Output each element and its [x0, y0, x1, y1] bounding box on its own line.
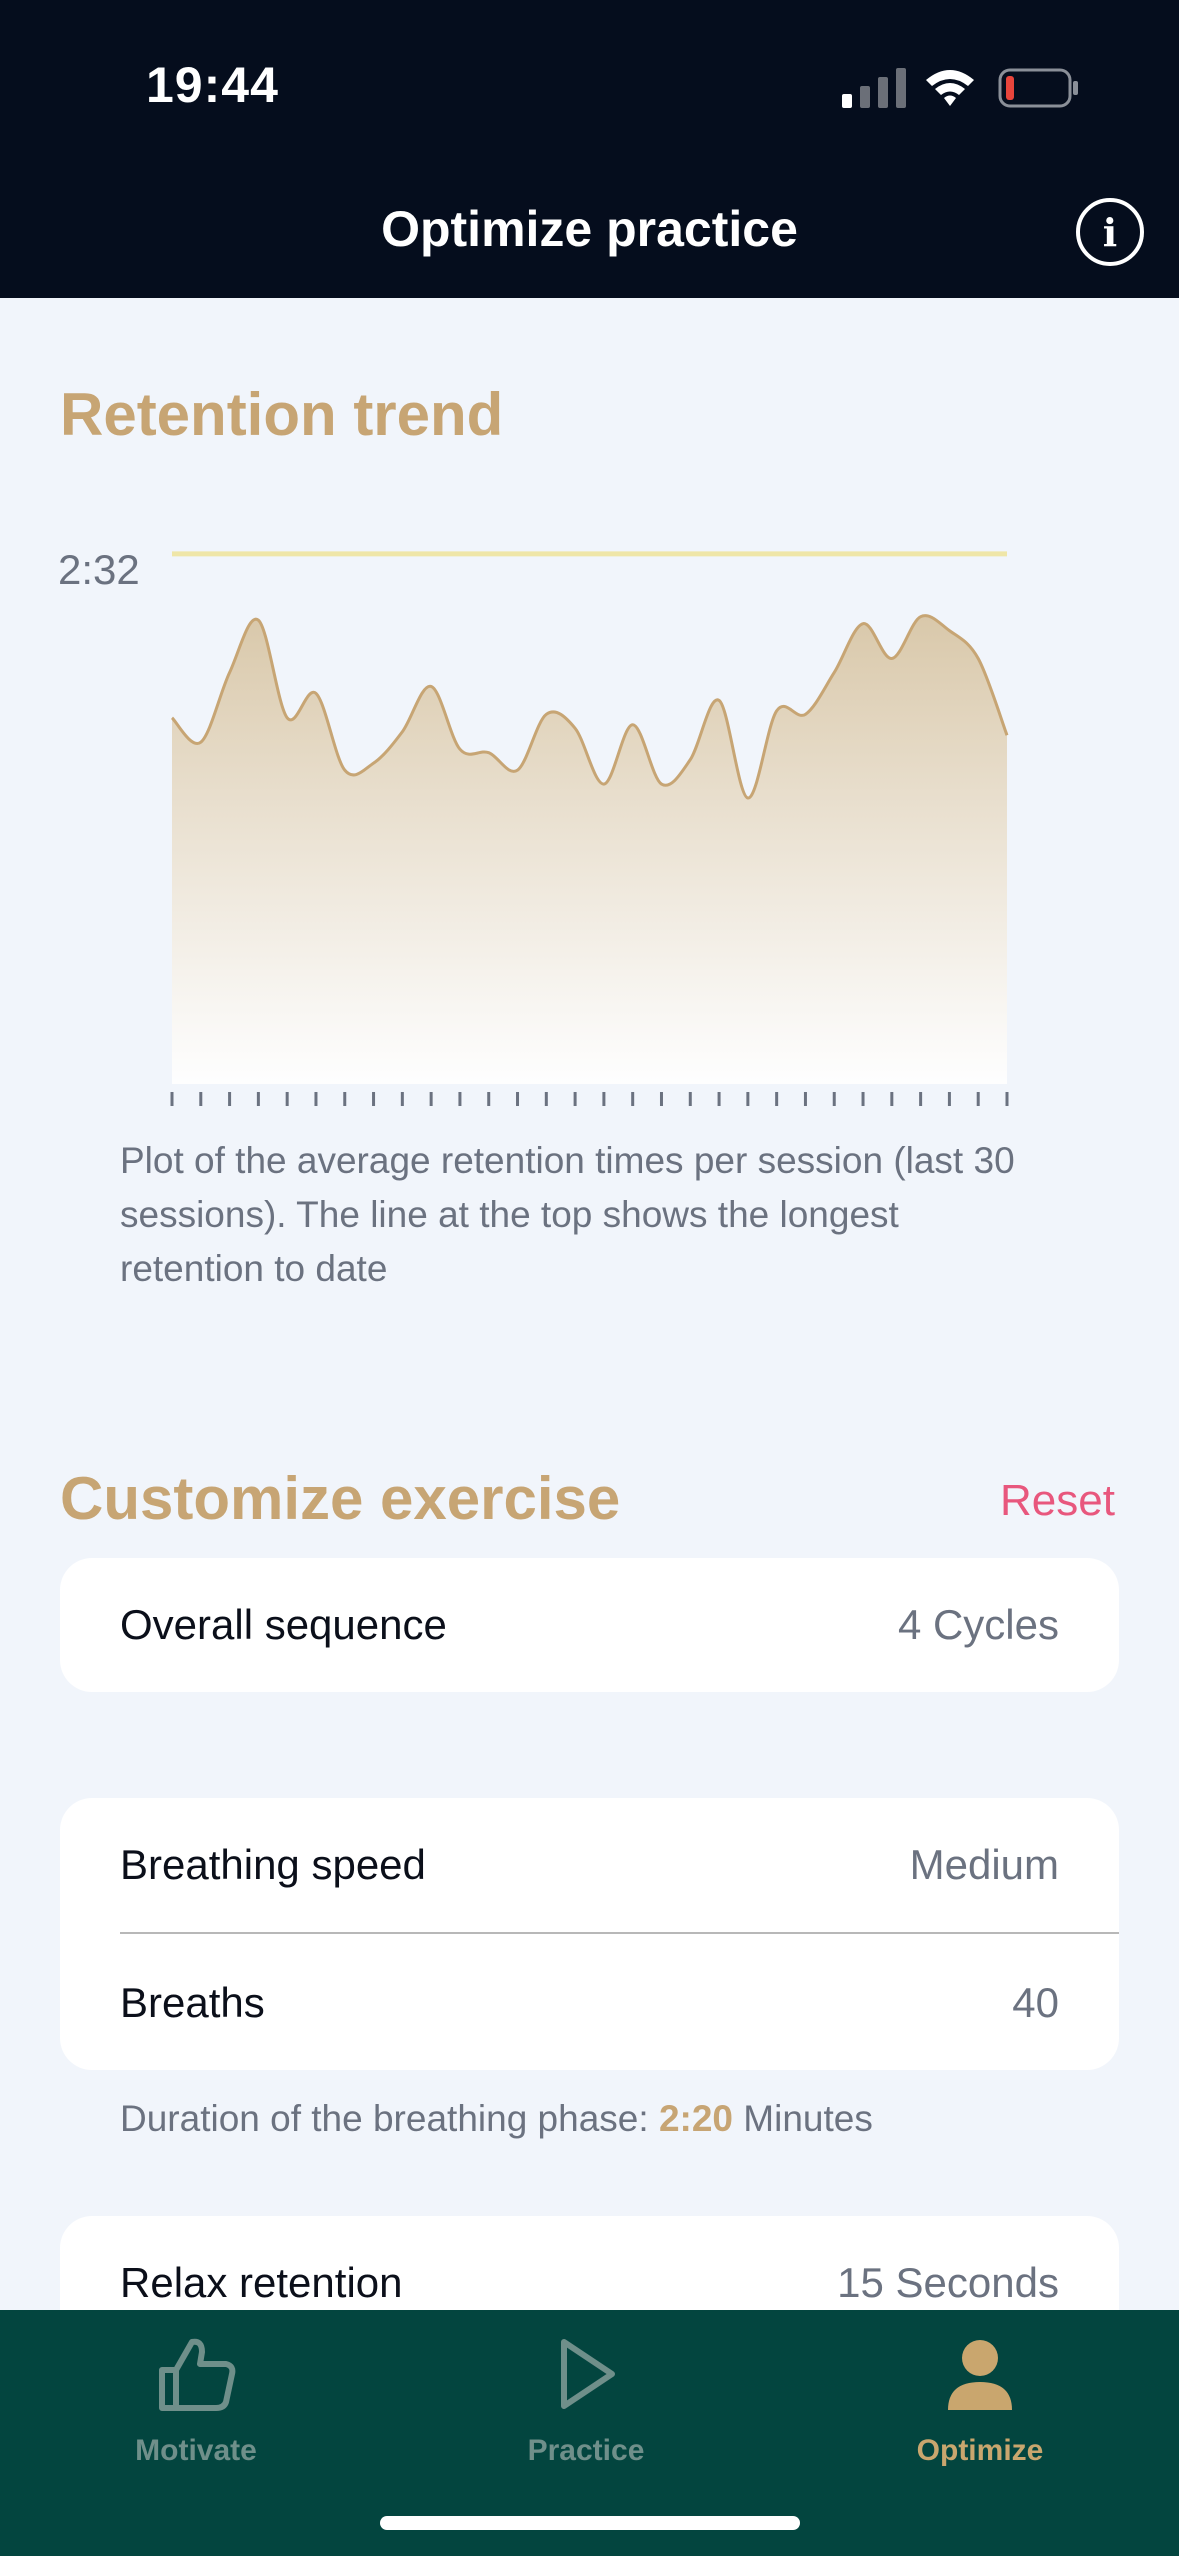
duration-suffix: Minutes — [743, 2098, 873, 2139]
home-indicator — [380, 2516, 800, 2530]
battery-low-icon — [998, 68, 1078, 108]
person-icon — [948, 2340, 1012, 2410]
page-title: Optimize practice — [381, 201, 798, 257]
breaths-value: 40 — [1012, 1979, 1059, 2026]
customize-exercise-title: Customize exercise — [60, 1465, 621, 1532]
breathing-duration-note: Duration of the breathing phase: 2:20 Mi… — [120, 2098, 873, 2140]
chart-caption: Plot of the average retention times per … — [120, 1140, 1015, 1289]
overall-sequence-value: 4 Cycles — [897, 1601, 1059, 1648]
duration-value: 2:20 — [658, 2098, 733, 2139]
relax-retention-label: Relax retention — [120, 2259, 403, 2306]
retention-trend-title: Retention trend — [60, 381, 504, 448]
breaths-label: Breaths — [120, 1979, 265, 2026]
relax-retention-value: 15 Seconds — [837, 2259, 1059, 2306]
breathing-speed-value: Medium — [909, 1841, 1059, 1888]
overall-sequence-label: Overall sequence — [120, 1601, 447, 1648]
breaths-row[interactable]: Breaths 40 — [120, 1936, 1059, 2070]
tab-optimize[interactable]: Optimize — [850, 2310, 1110, 2490]
cellular-signal-icon — [842, 68, 906, 108]
tab-practice[interactable]: Practice — [456, 2310, 716, 2490]
breathing-speed-label: Breathing speed — [120, 1841, 426, 1888]
breathing-speed-row[interactable]: Breathing speed Medium — [120, 1798, 1059, 1932]
tab-optimize-label: Optimize — [916, 2434, 1044, 2467]
tab-motivate-label: Motivate — [135, 2434, 257, 2467]
breathing-settings-card: Breathing speed Medium Breaths 40 — [60, 1798, 1119, 2070]
nav-bar: Optimize practice i — [0, 176, 1179, 298]
wifi-icon — [926, 70, 974, 106]
thumbs-up-icon — [159, 2338, 236, 2411]
tab-practice-label: Practice — [527, 2434, 645, 2467]
row-divider — [120, 1932, 1119, 1934]
info-icon[interactable]: i — [1076, 198, 1144, 266]
overall-sequence-card[interactable]: Overall sequence 4 Cycles — [60, 1558, 1119, 1692]
play-icon — [561, 2339, 615, 2409]
duration-prefix: Duration of the breathing phase: — [120, 2098, 649, 2139]
tab-motivate[interactable]: Motivate — [66, 2310, 326, 2490]
reset-button[interactable]: Reset — [1000, 1476, 1115, 1526]
retention-area — [172, 615, 1007, 1084]
overall-sequence-row[interactable]: Overall sequence 4 Cycles — [120, 1558, 1059, 1692]
status-bar: 19:44 — [0, 0, 1179, 176]
retention-chart — [170, 551, 1009, 1106]
status-time: 19:44 — [146, 57, 279, 113]
